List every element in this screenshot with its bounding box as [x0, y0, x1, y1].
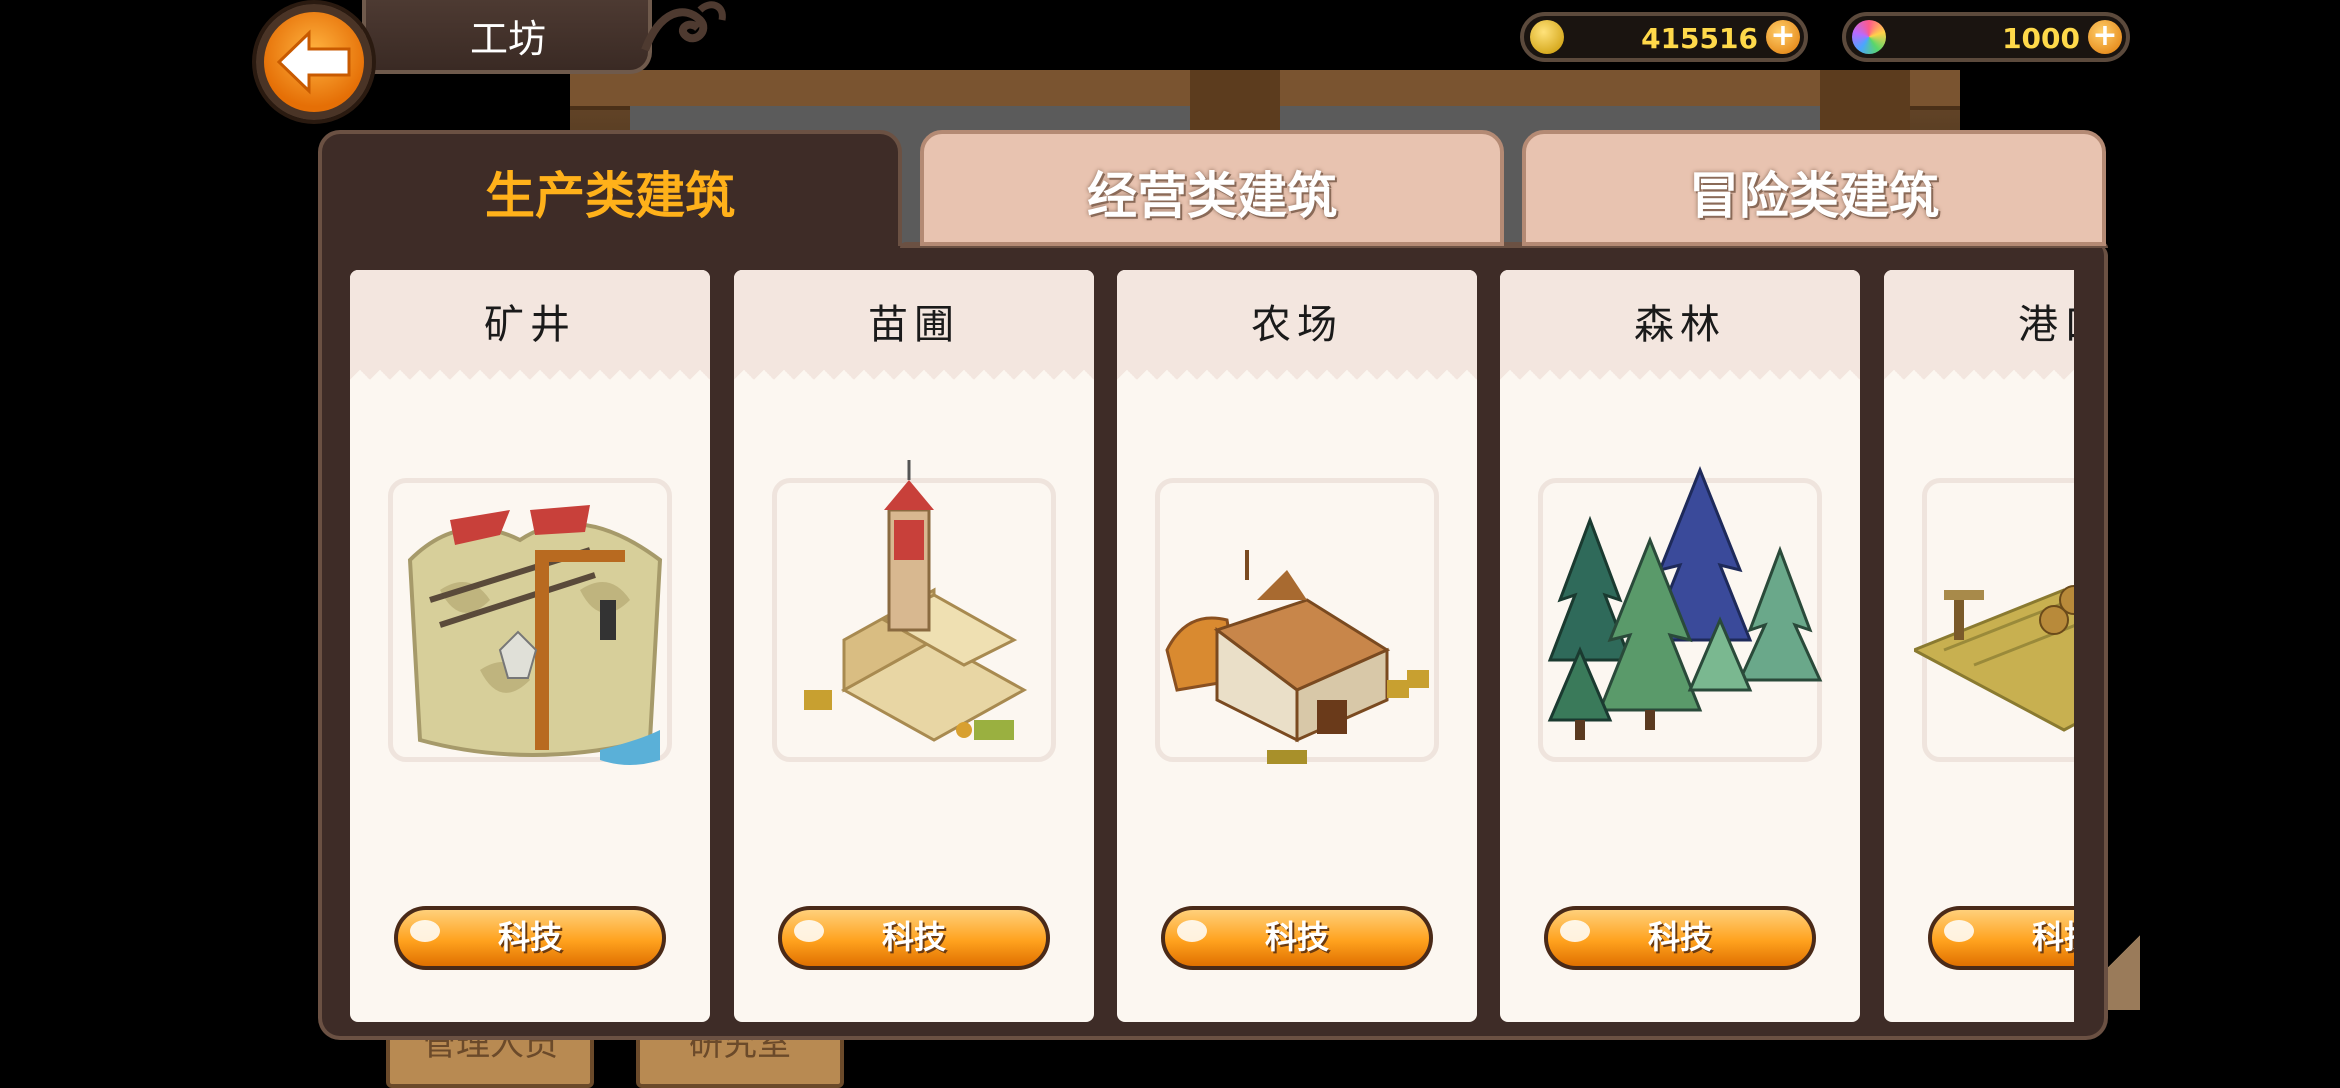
back-button[interactable]	[256, 4, 372, 120]
farm-icon	[1165, 550, 1429, 764]
building-card-forest[interactable]: 森林 科技	[1500, 270, 1860, 1022]
gem-icon	[1852, 20, 1886, 54]
building-name: 森林	[1634, 302, 1726, 348]
building-name: 农场	[1251, 302, 1343, 348]
tech-button-nursery[interactable]: 科技	[778, 906, 1050, 970]
gold-coin-icon	[1530, 20, 1564, 54]
gold-value: 415516	[1641, 22, 1758, 55]
building-card-harbor[interactable]: 港口 科技	[1884, 270, 2074, 1022]
tech-button-farm[interactable]: 科技	[1161, 906, 1433, 970]
tab-business[interactable]: 经营类建筑	[920, 130, 1504, 246]
building-card-nursery[interactable]: 苗圃 科技	[734, 270, 1094, 1022]
tech-button-mine[interactable]: 科技	[394, 906, 666, 970]
ornament-icon	[641, 1, 726, 52]
tab-production[interactable]: 生产类建筑	[318, 130, 902, 246]
harbor-icon	[1914, 585, 2074, 732]
building-card-farm[interactable]: 农场 科技	[1117, 270, 1477, 1022]
building-name: 苗圃	[868, 302, 960, 348]
page-title: 工坊	[362, 0, 652, 74]
forest-icon	[1547, 465, 1823, 740]
building-list[interactable]: 矿井 科技 苗圃 科技 农场 科技 森林 科技 港 科	[350, 270, 2074, 1022]
gem-value: 1000	[2002, 22, 2080, 55]
add-gold-button[interactable]: +	[1766, 20, 1800, 54]
nursery-icon	[804, 460, 1028, 742]
building-name: 港口	[2018, 302, 2074, 348]
add-gem-button[interactable]: +	[2088, 20, 2122, 54]
gem-counter: 1000 +	[1842, 12, 2130, 62]
arrow-left-icon	[276, 29, 351, 95]
tab-adventure[interactable]: 冒险类建筑	[1522, 130, 2106, 246]
building-name: 矿井	[484, 302, 576, 348]
tech-button-forest[interactable]: 科技	[1544, 906, 1816, 970]
mine-icon	[407, 505, 663, 765]
building-card-mine[interactable]: 矿井 科技	[350, 270, 710, 1022]
tech-button-harbor[interactable]: 科技	[1928, 906, 2074, 970]
gold-counter: 415516 +	[1520, 12, 1808, 62]
